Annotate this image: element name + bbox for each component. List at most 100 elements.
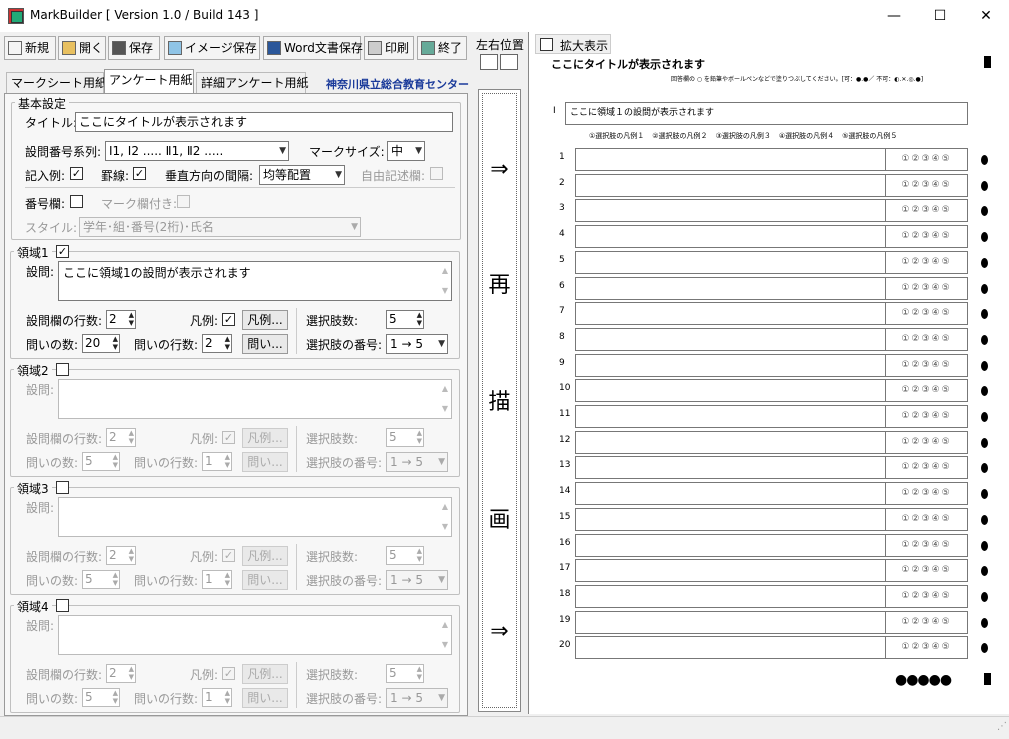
area-2-checkbox[interactable] bbox=[56, 363, 69, 376]
resize-grip-icon[interactable]: ⋰ bbox=[997, 721, 1007, 732]
position-left-button[interactable] bbox=[480, 54, 498, 70]
vspacing-select[interactable]: 均等配置 bbox=[259, 165, 345, 185]
area-1-checkbox[interactable]: ✓ bbox=[56, 245, 69, 258]
border-checkbox[interactable]: ✓ bbox=[133, 167, 146, 180]
preview-timing-dot bbox=[981, 412, 988, 422]
preview-bubbles: ①②③④⑤ bbox=[885, 457, 967, 479]
question-memo[interactable] bbox=[58, 615, 452, 655]
preview-timing-dot bbox=[981, 540, 988, 551]
item-button[interactable]: 問い... bbox=[242, 452, 288, 472]
legend-button[interactable]: 凡例... bbox=[242, 310, 288, 330]
preview-bubbles: ①②③④⑤ bbox=[885, 637, 967, 659]
item-count-spinner[interactable]: 5 bbox=[82, 570, 120, 589]
choice-numbering-select[interactable]: 1 → 5 bbox=[386, 452, 448, 472]
image-icon bbox=[168, 41, 182, 55]
number-label: 番号欄: bbox=[25, 197, 66, 211]
word-save-button[interactable]: Word文書保存 bbox=[263, 36, 363, 60]
position-right-button[interactable] bbox=[500, 54, 518, 70]
choices-spinner[interactable]: 5 bbox=[386, 546, 424, 565]
item-button[interactable]: 問い... bbox=[242, 334, 288, 354]
zoom-toggle[interactable]: 拡大表示 bbox=[535, 34, 611, 54]
preview-timing-dot bbox=[981, 463, 988, 474]
item-button[interactable]: 問い... bbox=[242, 688, 288, 708]
tab-detailed-survey[interactable]: 詳細アンケート用紙 bbox=[196, 72, 309, 94]
freetext-checkbox[interactable] bbox=[430, 167, 443, 180]
open-button[interactable]: 開く bbox=[58, 36, 106, 60]
legend-checkbox[interactable]: ✓ bbox=[222, 313, 235, 326]
choice-numbering-select[interactable]: 1 → 5 bbox=[386, 570, 448, 590]
legend-button[interactable]: 凡例... bbox=[242, 664, 288, 684]
save-button[interactable]: 保存 bbox=[108, 36, 160, 60]
question-rows-spinner[interactable]: 2 bbox=[106, 664, 136, 683]
legend-button[interactable]: 凡例... bbox=[242, 546, 288, 566]
zoom-checkbox[interactable] bbox=[540, 38, 553, 51]
preview-answer-row: ①②③④⑤ bbox=[575, 430, 968, 454]
preview-answer-row: ①②③④⑤ bbox=[575, 584, 968, 608]
legend-checkbox[interactable]: ✓ bbox=[222, 549, 235, 562]
area-name: 領域3 bbox=[17, 482, 49, 496]
item-rows-spinner[interactable]: 1 bbox=[202, 452, 232, 471]
number-checkbox[interactable] bbox=[70, 195, 83, 208]
preview-timing-dot bbox=[981, 514, 988, 525]
item-count-spinner[interactable]: 20 bbox=[82, 334, 120, 353]
tab-marksheet[interactable]: マークシート用紙 bbox=[6, 72, 107, 94]
question-memo[interactable]: ここに領域1の設問が表示されます bbox=[58, 261, 452, 301]
divider bbox=[25, 187, 455, 188]
markcol-label: マーク欄付き: bbox=[101, 197, 178, 211]
maximize-button[interactable]: ☐ bbox=[917, 0, 963, 32]
item-count-label: 問いの数: bbox=[26, 574, 79, 588]
preview-row-number: 2 bbox=[559, 177, 565, 188]
area-name: 領域4 bbox=[17, 600, 49, 614]
choice-numbering-select[interactable]: 1 → 5 bbox=[386, 688, 448, 708]
area-3-checkbox[interactable] bbox=[56, 481, 69, 494]
preview-timing-dot bbox=[981, 309, 988, 320]
choices-spinner[interactable]: 5 bbox=[386, 664, 424, 683]
item-rows-label: 問いの行数: bbox=[134, 692, 199, 706]
question-rows-spinner[interactable]: 2 bbox=[106, 310, 136, 329]
style-select[interactable]: 学年･組･番号(2桁)･氏名 bbox=[79, 217, 361, 237]
choices-spinner[interactable]: 5 bbox=[386, 310, 424, 329]
item-rows-spinner[interactable]: 2 bbox=[202, 334, 232, 353]
border-label: 罫線: bbox=[101, 169, 130, 183]
minimize-button[interactable]: — bbox=[871, 0, 917, 32]
redraw-button[interactable]: ⇒ 再 描 画 ⇒ bbox=[478, 89, 521, 712]
preview-bubbles: ①②③④⑤ bbox=[885, 174, 967, 196]
item-count-spinner[interactable]: 5 bbox=[82, 688, 120, 707]
print-button[interactable]: 印刷 bbox=[364, 36, 414, 60]
title-input[interactable]: ここにタイトルが表示されます bbox=[75, 112, 453, 132]
redraw-arrow-top: ⇒ bbox=[490, 156, 509, 182]
question-rows-label: 設問欄の行数: bbox=[26, 550, 103, 564]
new-button[interactable]: 新規 bbox=[4, 36, 56, 60]
preview-answer-row: ①②③④⑤ bbox=[575, 148, 968, 171]
markcol-checkbox[interactable] bbox=[177, 195, 190, 208]
legend-button[interactable]: 凡例... bbox=[242, 428, 288, 448]
area-4-checkbox[interactable] bbox=[56, 599, 69, 612]
zoom-label: 拡大表示 bbox=[560, 39, 609, 53]
folder-icon bbox=[62, 41, 76, 55]
choice-numbering-select[interactable]: 1 → 5 bbox=[386, 334, 448, 354]
preview-row-number: 15 bbox=[559, 511, 571, 522]
legend-checkbox[interactable]: ✓ bbox=[222, 431, 235, 444]
preview-pane: 拡大表示 ここにタイトルが表示されます 回答欄の ○ を鉛筆やボールペンなどで塗… bbox=[528, 32, 1009, 714]
series-select[interactable]: Ⅰ1, Ⅰ2 ..... Ⅱ1, Ⅱ2 ..... bbox=[105, 141, 289, 161]
item-button[interactable]: 問い... bbox=[242, 570, 288, 590]
tab-survey[interactable]: アンケート用紙 bbox=[104, 69, 194, 94]
question-rows-spinner[interactable]: 2 bbox=[106, 428, 136, 447]
item-rows-spinner[interactable]: 1 bbox=[202, 570, 232, 589]
question-memo[interactable] bbox=[58, 379, 452, 419]
example-checkbox[interactable]: ✓ bbox=[70, 167, 83, 180]
exit-button[interactable]: 終了 bbox=[417, 36, 467, 60]
choices-spinner[interactable]: 5 bbox=[386, 428, 424, 447]
question-memo[interactable] bbox=[58, 497, 452, 537]
preview-row-number: 3 bbox=[559, 203, 565, 214]
item-rows-spinner[interactable]: 1 bbox=[202, 688, 232, 707]
preview-answer-row: ①②③④⑤ bbox=[575, 636, 968, 660]
close-button[interactable]: ✕ bbox=[963, 0, 1009, 32]
question-rows-spinner[interactable]: 2 bbox=[106, 546, 136, 565]
item-count-spinner[interactable]: 5 bbox=[82, 452, 120, 471]
preview-row-number: 1 bbox=[559, 152, 565, 162]
status-bar: ⋰ bbox=[0, 716, 1009, 739]
legend-checkbox[interactable]: ✓ bbox=[222, 667, 235, 680]
marksize-select[interactable]: 中 bbox=[387, 141, 425, 161]
image-save-button[interactable]: イメージ保存 bbox=[164, 36, 260, 60]
